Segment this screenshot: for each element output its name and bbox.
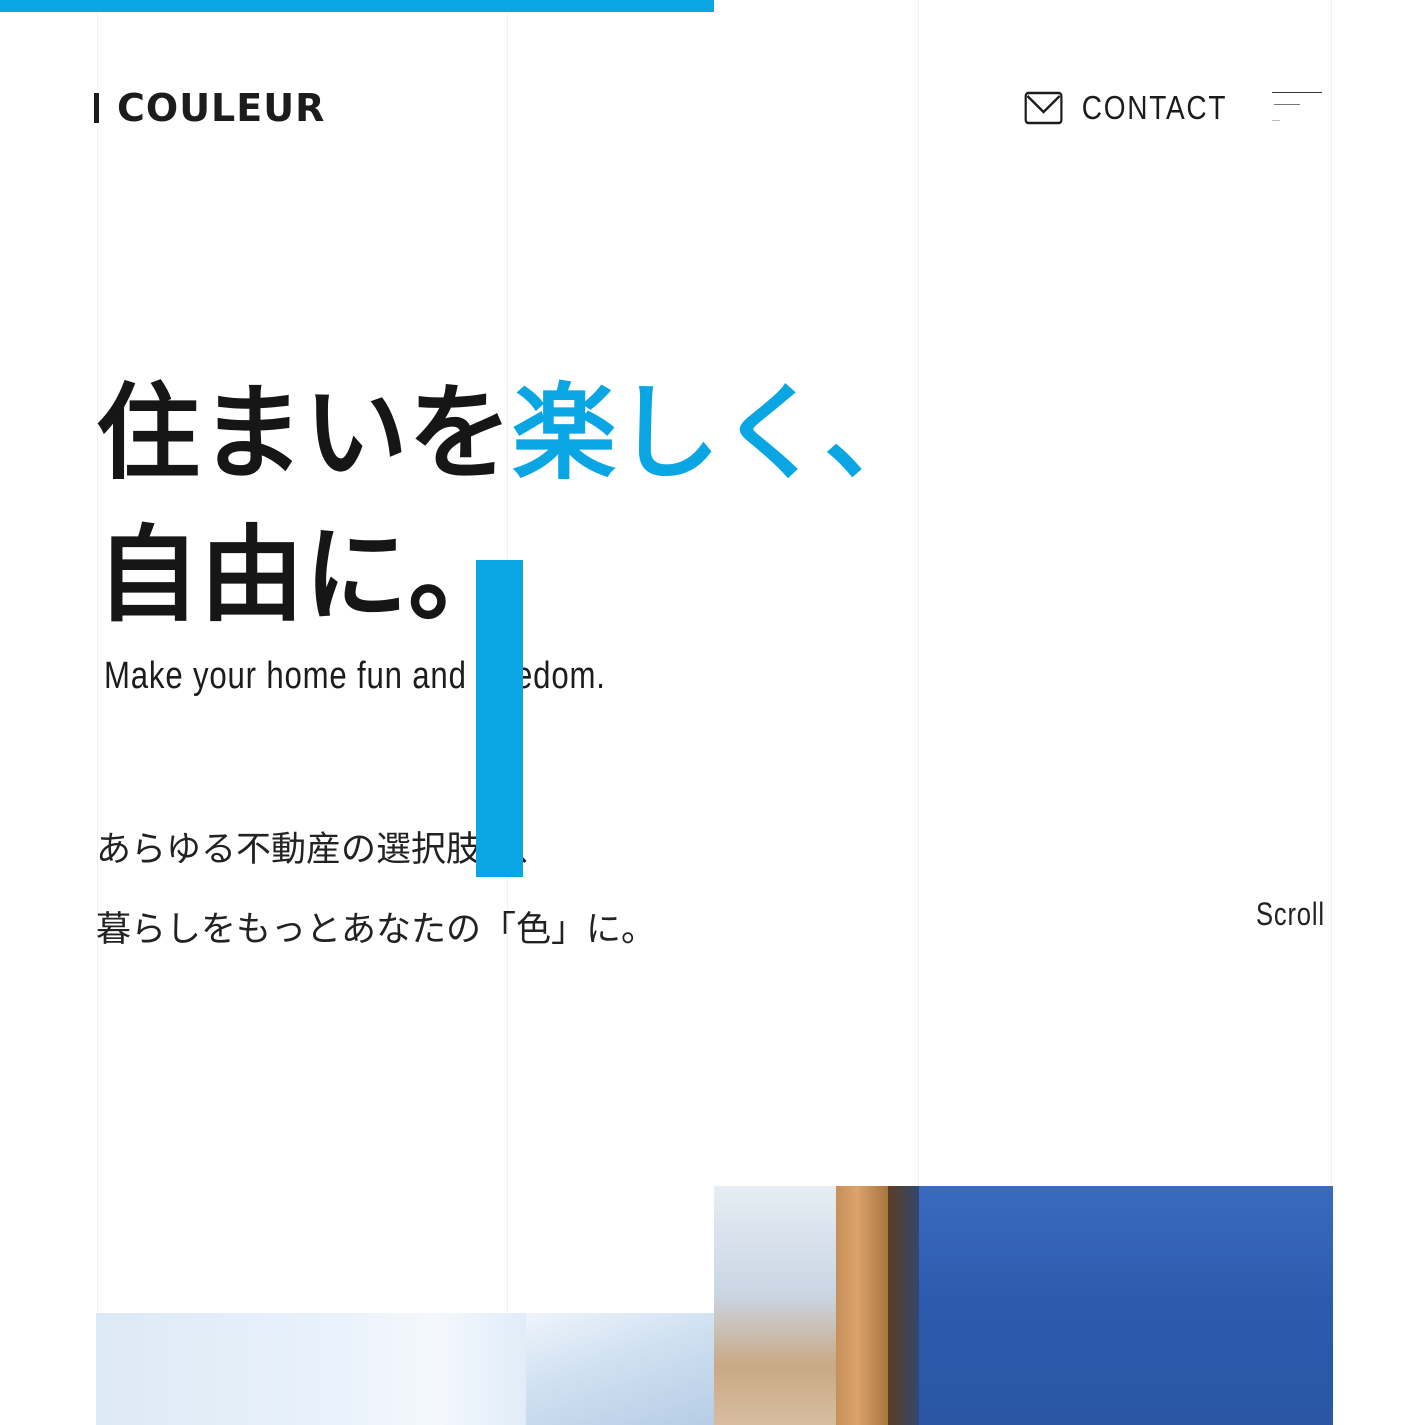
headline-line1-accent: 楽しく、 <box>512 372 929 494</box>
page: COULEUR CONTACT 住まいを楽しく、 自由に。 Make your … <box>0 0 1424 1425</box>
scroll-indicator[interactable]: Scroll <box>1256 896 1325 933</box>
logo-mark <box>94 93 99 123</box>
contact-label: CONTACT <box>1081 89 1228 126</box>
accent-block <box>476 560 523 877</box>
interior-photo-light <box>96 1313 714 1425</box>
hamburger-menu-icon[interactable] <box>1270 90 1324 124</box>
interior-photo-blue-wall <box>714 1186 1333 1425</box>
headline-line2: 自由に。 <box>96 514 513 636</box>
hero-body: あらゆる不動産の選択肢で、 暮らしをもっとあなたの「色」に。 <box>96 810 656 970</box>
contact-link[interactable]: CONTACT <box>1024 86 1227 130</box>
body-line-1: あらゆる不動産の選択肢で、 <box>96 830 550 870</box>
headline-line1-dark: 住まいを <box>96 372 513 494</box>
loading-progress-bar <box>0 0 714 12</box>
mail-icon <box>1024 91 1063 125</box>
hero-subtitle: Make your home fun and freedom. <box>104 655 606 697</box>
body-line-2: 暮らしをもっとあなたの「色」に。 <box>96 910 657 950</box>
site-logo[interactable]: COULEUR <box>94 84 325 132</box>
logo-text: COULEUR <box>117 86 326 130</box>
grid-line <box>97 0 98 1425</box>
